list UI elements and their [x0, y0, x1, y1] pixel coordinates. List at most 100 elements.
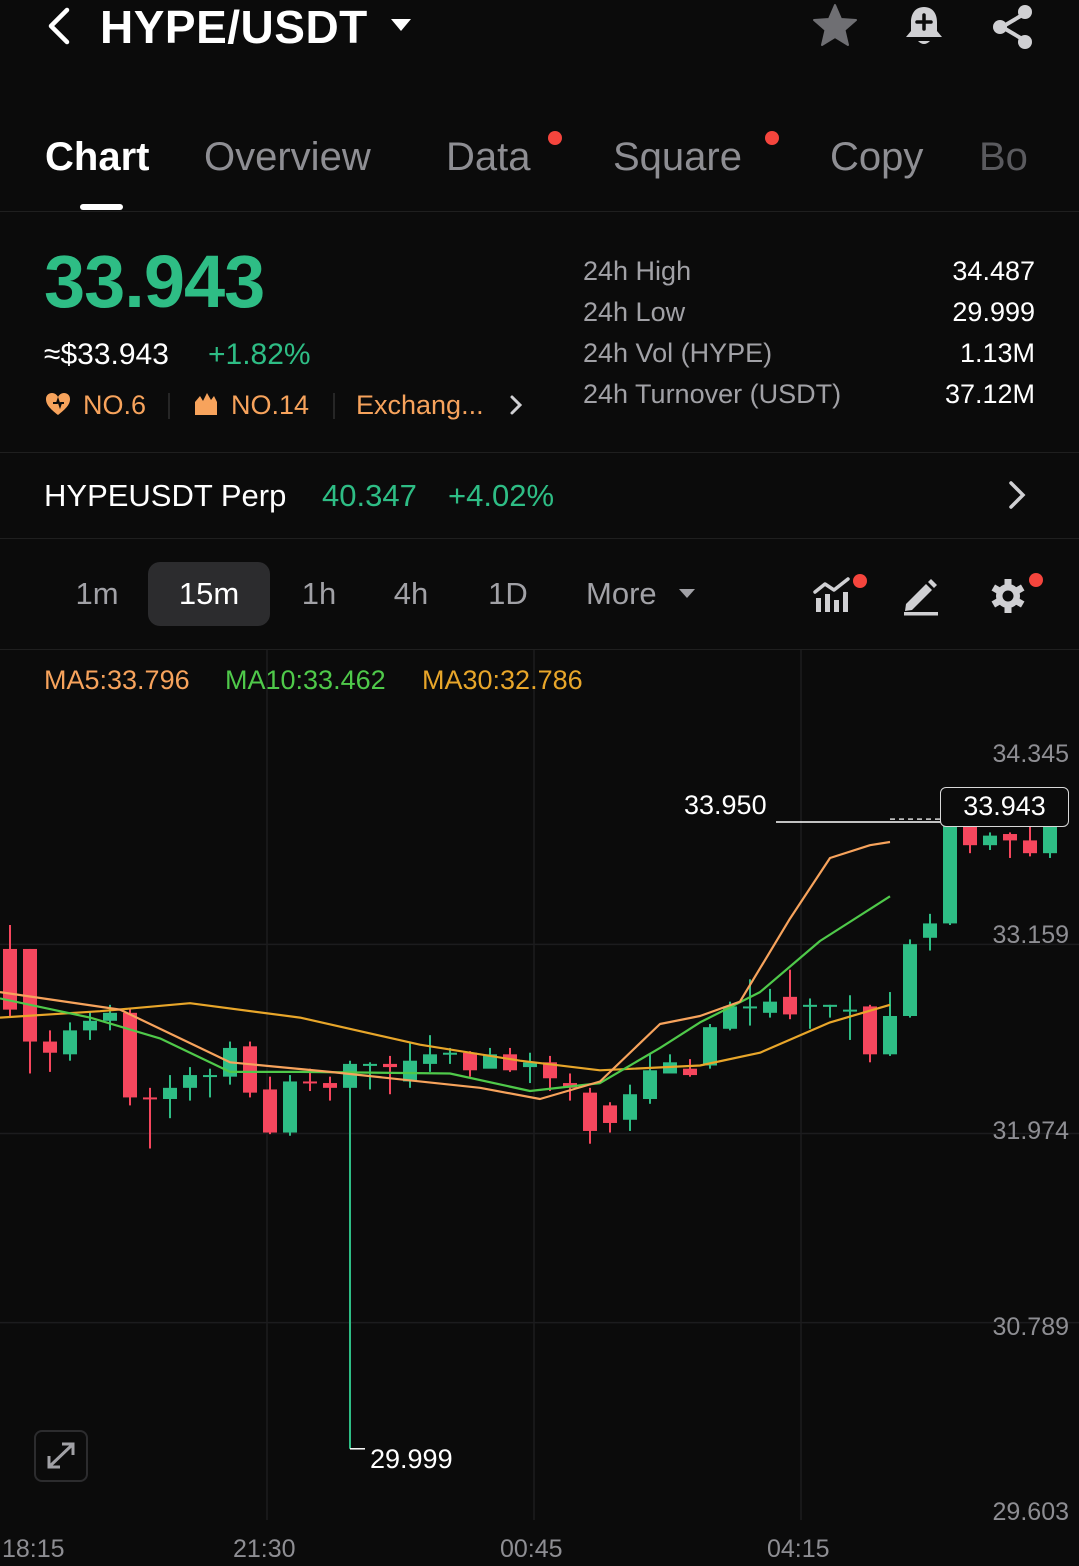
stat-label-volume: 24h Vol (HYPE) [583, 338, 773, 368]
chart-settings-button[interactable] [988, 572, 1046, 618]
candle-body [343, 1063, 357, 1088]
interval-1h[interactable]: 1h [284, 562, 354, 626]
stat-value-low: 29.999 [952, 297, 1035, 327]
perp-name[interactable]: HYPEUSDT Perp [44, 476, 286, 516]
candle-body [283, 1081, 297, 1133]
candle-body [243, 1046, 257, 1093]
x-axis-label: 00:45 [500, 1535, 563, 1563]
candle-body [823, 1004, 837, 1007]
candle-body [43, 1041, 57, 1053]
candle-body [503, 1054, 517, 1071]
x-axis-label: 04:15 [767, 1535, 830, 1563]
candle-body [63, 1030, 77, 1055]
pair-title[interactable]: HYPE/USDT [100, 0, 368, 54]
y-axis-label: 30.789 [992, 1313, 1069, 1341]
separator [168, 393, 170, 419]
stat-label-low: 24h Low [583, 297, 686, 327]
candle-body [703, 1027, 717, 1066]
tab-bots[interactable]: Bo [979, 132, 1079, 182]
candle-body [1003, 834, 1017, 841]
pencil-icon [904, 579, 938, 616]
tab-square[interactable]: Square [613, 132, 742, 182]
candle-body [943, 819, 957, 924]
change-percent: +1.82% [208, 338, 311, 371]
stat-label-turnover: 24h Turnover (USDT) [583, 379, 842, 409]
low-marker-label: 29.999 [370, 1444, 453, 1474]
caret-down-icon[interactable] [390, 14, 412, 36]
stat-value-high: 34.487 [952, 256, 1035, 286]
candle-body [1023, 840, 1037, 854]
high-marker-label: 33.950 [684, 790, 767, 820]
candle-body [143, 1097, 157, 1100]
price-alert-button[interactable] [900, 2, 948, 50]
candle-body [923, 923, 937, 938]
y-axis-label: 33.159 [992, 921, 1069, 949]
caret-down-icon[interactable] [678, 586, 696, 600]
divider [0, 452, 1079, 453]
tab-data[interactable]: Data [446, 132, 531, 182]
gear-icon [991, 573, 1043, 613]
candle-body [103, 1012, 117, 1021]
chevron-right-icon[interactable] [1002, 478, 1032, 512]
divider [0, 211, 1079, 212]
candle-body [463, 1052, 477, 1071]
separator [333, 393, 335, 419]
candle-body [403, 1060, 417, 1082]
candle-body [163, 1087, 177, 1100]
star-icon [813, 4, 857, 46]
candle-body [763, 1001, 777, 1013]
share-button[interactable] [988, 2, 1038, 52]
tab-copy[interactable]: Copy [830, 132, 923, 182]
interval-15m[interactable]: 15m [148, 562, 270, 626]
exchange-link[interactable]: Exchang... [356, 388, 484, 422]
candle-body [683, 1068, 697, 1076]
stat-label-high: 24h High [583, 256, 692, 286]
divider [0, 538, 1079, 539]
back-button[interactable] [40, 6, 80, 46]
stat-value-volume: 1.13M [959, 338, 1035, 368]
usd-price: ≈$33.943 [44, 338, 169, 371]
candle-body [263, 1089, 277, 1133]
candle-body [843, 1009, 857, 1012]
candle-body [783, 996, 797, 1015]
chevron-right-icon[interactable] [506, 392, 526, 418]
back-icon [48, 7, 70, 45]
interval-1m[interactable]: 1m [58, 562, 136, 626]
last-price: 33.943 [44, 240, 265, 323]
favorite-button[interactable] [810, 2, 860, 50]
y-axis-label: 29.603 [992, 1498, 1069, 1526]
interval-1d[interactable]: 1D [470, 562, 546, 626]
tab-overview[interactable]: Overview [204, 132, 371, 182]
bell-add-icon [906, 7, 942, 44]
candle-body [423, 1054, 437, 1064]
rank-badge[interactable]: NO.14 [231, 388, 309, 422]
perp-change: +4.02% [448, 478, 555, 513]
candle-body [83, 1020, 97, 1031]
candlestick-chart[interactable] [0, 650, 1079, 1566]
candle-body [123, 1012, 137, 1098]
candle-body [863, 1006, 877, 1055]
x-axis-label: 21:30 [233, 1535, 296, 1563]
indicators-button[interactable] [812, 574, 868, 616]
candle-body [583, 1092, 597, 1131]
active-tab-indicator [80, 204, 123, 210]
y-axis-label: 31.974 [992, 1117, 1069, 1145]
candle-body [903, 944, 917, 1017]
fullscreen-button[interactable] [34, 1430, 88, 1482]
interval-4h[interactable]: 4h [376, 562, 446, 626]
stat-value-turnover: 37.12M [944, 379, 1035, 409]
rank-badge[interactable]: NO.6 [83, 388, 146, 422]
share-icon [993, 5, 1032, 49]
candle-body [383, 1063, 397, 1068]
candle-body [443, 1052, 457, 1055]
ma10-value: MA10:33.462 [225, 665, 386, 695]
x-axis-label: 18:15 [2, 1535, 65, 1563]
candle-body [643, 1070, 657, 1100]
tab-chart[interactable]: Chart [45, 132, 149, 182]
ma30-value: MA30:32.786 [422, 665, 583, 695]
flame-icon [192, 390, 220, 418]
drawing-tool-button[interactable] [900, 574, 942, 616]
notification-dot [548, 131, 562, 145]
candle-body [623, 1094, 637, 1120]
interval-more[interactable]: More [578, 562, 674, 626]
